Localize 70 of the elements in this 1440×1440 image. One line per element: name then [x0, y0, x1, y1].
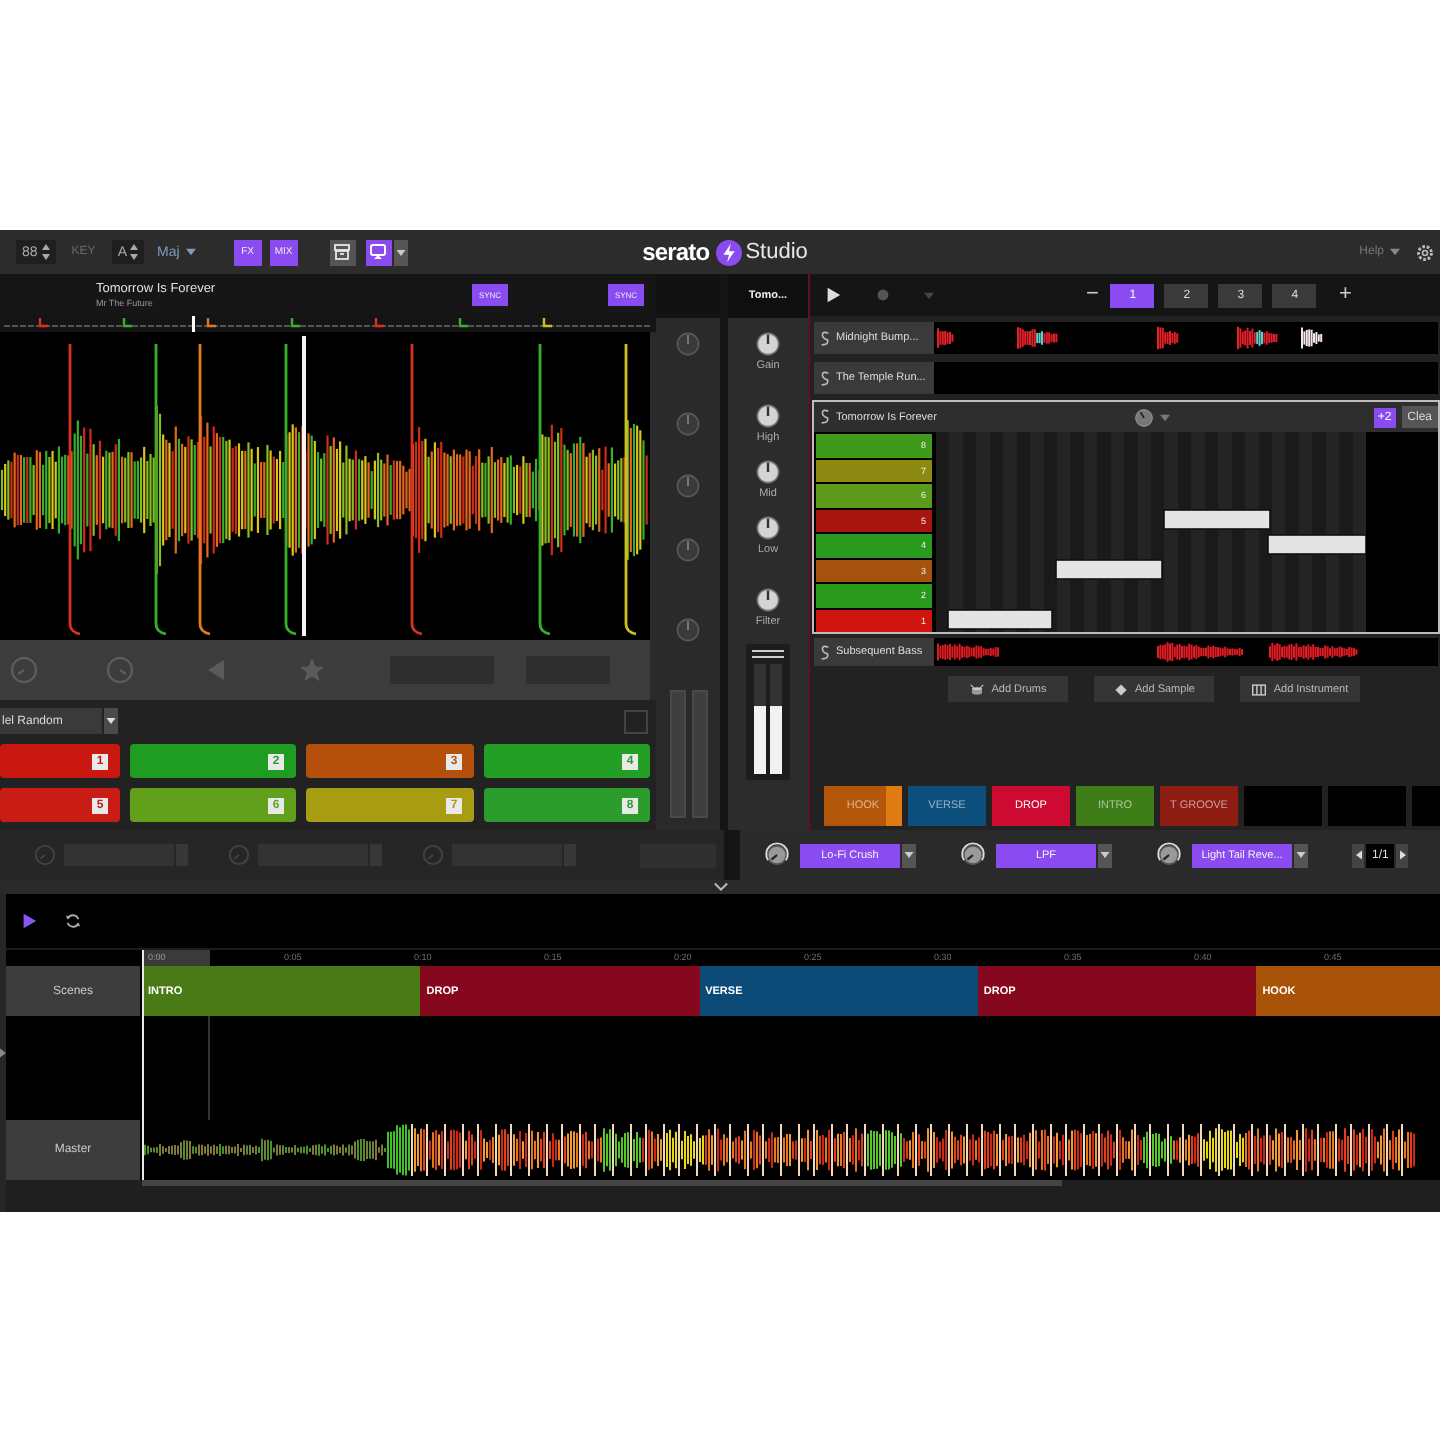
caret-icon [395, 249, 406, 255]
cue-marker[interactable] [198, 344, 211, 636]
caret-icon[interactable] [1160, 413, 1171, 421]
note-block[interactable] [1055, 559, 1163, 580]
eq-knob[interactable] [756, 332, 780, 356]
note-block[interactable] [1267, 534, 1366, 555]
scrollbar-thumb[interactable] [142, 1180, 1062, 1186]
cue-marker[interactable] [154, 344, 167, 636]
previous-page-button[interactable] [1352, 843, 1364, 867]
channel-fader[interactable] [746, 644, 790, 780]
cue-marker[interactable] [68, 344, 81, 636]
cue-marker[interactable] [624, 344, 637, 636]
dropdown-button[interactable] [393, 239, 408, 265]
cue-marker[interactable] [284, 344, 297, 636]
note-block[interactable] [1163, 509, 1271, 530]
archive-icon [334, 244, 351, 260]
chevron-down-icon[interactable] [713, 882, 727, 892]
settings-icon[interactable] [1416, 243, 1435, 261]
add-pattern-button[interactable]: + [1338, 284, 1352, 306]
waveform-display[interactable] [0, 332, 650, 640]
diamond-icon [1113, 683, 1128, 695]
caret-icon [185, 248, 196, 256]
cue-marker[interactable] [538, 344, 551, 636]
knob[interactable] [1156, 842, 1182, 868]
up-down-arrows-icon [130, 244, 139, 260]
note-block[interactable] [947, 609, 1053, 630]
eq-knob[interactable] [755, 588, 780, 612]
eq-knob[interactable] [756, 516, 780, 540]
play-icon[interactable] [824, 286, 842, 304]
right-arrow-icon [1399, 850, 1406, 860]
caret-icon [904, 852, 914, 858]
product-name: Studio [745, 240, 808, 264]
cue-marker[interactable] [410, 344, 423, 636]
knob[interactable] [764, 842, 790, 868]
caret-icon [1390, 248, 1401, 256]
left-arrow-icon [1355, 850, 1361, 860]
fader-handle[interactable] [752, 650, 784, 658]
dropdown-button[interactable] [902, 843, 916, 867]
display-icon [370, 244, 387, 260]
brand-wordmark: serato [642, 238, 710, 266]
loop-icon[interactable] [64, 912, 82, 930]
expand-arrow-icon[interactable] [0, 1048, 6, 1058]
dropdown-button[interactable] [1098, 843, 1112, 867]
archive-button[interactable] [329, 239, 356, 265]
drum-icon [969, 683, 984, 695]
caret-icon [106, 718, 116, 724]
dropdown-button[interactable] [1294, 843, 1308, 867]
eq-knob[interactable] [756, 404, 780, 428]
keyboard-icon [1251, 683, 1266, 695]
squiggle-icon [820, 369, 830, 387]
up-down-arrows-icon [41, 244, 50, 260]
next-page-button[interactable] [1396, 843, 1409, 867]
lightning-logo-icon [715, 239, 742, 265]
remove-pattern-button[interactable]: − [1086, 284, 1099, 306]
note-grid[interactable] [936, 432, 1366, 632]
record-icon[interactable] [874, 286, 892, 304]
eq-knob[interactable] [756, 460, 780, 484]
dropdown-button[interactable] [104, 708, 118, 734]
level-meter [691, 690, 707, 818]
squiggle-icon [820, 408, 830, 426]
knob[interactable] [960, 842, 986, 868]
star-icon[interactable] [298, 656, 326, 684]
track-overview-drawing[interactable] [0, 314, 656, 332]
display-button[interactable] [365, 239, 392, 265]
caret-icon [1296, 852, 1306, 858]
squiggle-icon [820, 643, 830, 661]
level-meter [669, 690, 685, 818]
grid-line [208, 1016, 210, 1120]
squiggle-icon [820, 329, 830, 347]
caret-icon [1100, 852, 1110, 858]
